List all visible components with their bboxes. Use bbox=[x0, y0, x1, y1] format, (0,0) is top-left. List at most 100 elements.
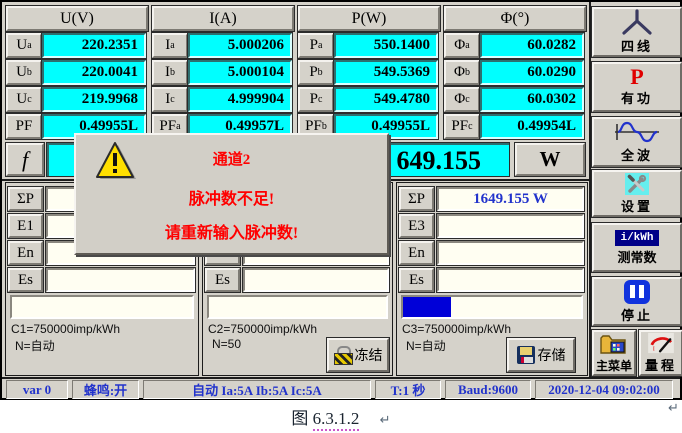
pulse-input-1[interactable] bbox=[10, 295, 194, 319]
value-phib: 60.0290 bbox=[479, 59, 585, 86]
energy-channel-3: ΣP 1649.155 W E3 En Es C3=750000imp/kWh … bbox=[396, 182, 588, 376]
status-bar: var 0 蜂鸣:开 自动 Ia:5A Ib:5A Ic:5A T:1 秒 Ba… bbox=[6, 380, 673, 399]
value-ib: 5.000104 bbox=[187, 59, 293, 86]
pause-icon bbox=[624, 279, 650, 304]
label-pf: PF bbox=[5, 113, 43, 140]
value-e3 bbox=[436, 213, 585, 239]
value-ic: 4.999904 bbox=[187, 86, 293, 113]
status-current-range: 自动 Ia:5A Ib:5A Ic:5A bbox=[143, 380, 371, 399]
measure-constant-button[interactable]: i/kWh 测常数 bbox=[591, 222, 682, 273]
screenshot-stage: U(V) I(A) P(W) Φ(°) Ua 220.2351 Ia 5.000… bbox=[0, 0, 682, 433]
n-text-1: N=自动 bbox=[15, 339, 55, 353]
label-ib: Ib bbox=[151, 59, 189, 86]
constant-text-1: C1=750000imp/kWh bbox=[11, 322, 121, 336]
dialog-message-2: 请重新输入脉冲数! bbox=[164, 225, 299, 242]
wiring-mode-label: 四线 bbox=[620, 39, 653, 54]
label-pc: Pc bbox=[297, 86, 335, 113]
figure-caption: 图 6.3.1.2 ↵ bbox=[0, 404, 682, 431]
store-button-label: 存储 bbox=[537, 349, 566, 364]
folder-icon bbox=[600, 335, 626, 354]
value-pb: 549.5369 bbox=[333, 59, 439, 86]
tools-icon bbox=[625, 172, 649, 195]
label-en: En bbox=[7, 240, 44, 266]
save-disk-icon bbox=[516, 346, 535, 364]
power-unit-box: W bbox=[514, 142, 586, 177]
n-text-2: N=50 bbox=[212, 337, 242, 351]
main-menu-label: 主菜单 bbox=[595, 359, 632, 373]
label-phib: Φb bbox=[443, 59, 481, 86]
table-row: Ub 220.0041 Ib 5.000104 Pb 549.5369 Φb 6… bbox=[5, 59, 585, 86]
label-pa: Pa bbox=[297, 32, 335, 59]
value-pfc: 0.49954L bbox=[479, 113, 585, 140]
label-ia: Ia bbox=[151, 32, 189, 59]
label-pb: Pb bbox=[297, 59, 335, 86]
label-f: f bbox=[5, 142, 45, 177]
caption-number: 6.3.1.2 bbox=[312, 409, 360, 431]
value-es bbox=[242, 267, 390, 293]
label-pfc: PF c bbox=[443, 113, 481, 140]
svg-text:I: I bbox=[653, 345, 655, 352]
p-letter-icon: P bbox=[630, 64, 644, 89]
status-interval: T:1 秒 bbox=[375, 380, 441, 399]
store-button[interactable]: 存储 bbox=[506, 337, 576, 373]
value-ia: 5.000206 bbox=[187, 32, 293, 59]
table-header-row: U(V) I(A) P(W) Φ(°) bbox=[5, 5, 587, 32]
value-es bbox=[45, 267, 196, 293]
pulse-progress-track bbox=[401, 295, 583, 319]
range-label: 量程 bbox=[644, 358, 677, 373]
i-kwh-badge: i/kWh bbox=[615, 229, 659, 246]
constant-text-3: C3=750000imp/kWh bbox=[402, 322, 512, 336]
table-row: Uc 219.9968 Ic 4.999904 Pc 549.4780 Φc 6… bbox=[5, 86, 585, 113]
wiring-mode-button[interactable]: 四线 bbox=[591, 6, 682, 58]
active-power-label: 有功 bbox=[620, 91, 653, 106]
label-sum-p: ΣP bbox=[7, 186, 44, 212]
label-phic: Φc bbox=[443, 86, 481, 113]
value-en bbox=[436, 240, 585, 266]
settings-label: 设置 bbox=[620, 198, 653, 214]
caption-prefix: 图 bbox=[291, 409, 313, 428]
label-es: Es bbox=[7, 267, 44, 293]
value-pa: 550.1400 bbox=[333, 32, 439, 59]
value-ua: 220.2351 bbox=[41, 32, 147, 59]
stop-button[interactable]: 停止 bbox=[591, 276, 682, 327]
header-voltage: U(V) bbox=[5, 5, 149, 32]
constant-text-2: C2=750000imp/kWh bbox=[208, 322, 318, 336]
header-power: P(W) bbox=[297, 5, 441, 32]
value-phia: 60.0282 bbox=[479, 32, 585, 59]
main-menu-button[interactable]: 主菜单 bbox=[591, 329, 637, 377]
status-baud: Baud:9600 bbox=[445, 380, 531, 399]
n-text-3: N=自动 bbox=[406, 339, 446, 353]
label-es: Es bbox=[398, 267, 435, 293]
label-sum-p: ΣP bbox=[398, 186, 435, 212]
divider bbox=[589, 2, 591, 378]
measure-constant-label: 测常数 bbox=[617, 249, 657, 265]
label-e3: E3 bbox=[398, 213, 435, 239]
label-ic: Ic bbox=[151, 86, 189, 113]
full-wave-button[interactable]: 全波 bbox=[591, 116, 682, 168]
label-uc: Uc bbox=[5, 86, 43, 113]
waveform-icon bbox=[615, 121, 659, 143]
value-phic: 60.0302 bbox=[479, 86, 585, 113]
label-en: En bbox=[398, 240, 435, 266]
full-wave-label: 全波 bbox=[620, 148, 653, 163]
table-row: Ua 220.2351 Ia 5.000206 Pa 550.1400 Φa 6… bbox=[5, 32, 585, 59]
dialog-title: 通道2 bbox=[212, 152, 251, 168]
stop-label: 停止 bbox=[620, 307, 653, 323]
value-pc: 549.4780 bbox=[333, 86, 439, 113]
wye-connection-icon bbox=[622, 9, 652, 35]
dialog-message-1: 脉冲数不足! bbox=[188, 191, 275, 208]
active-power-button[interactable]: P 有功 bbox=[591, 61, 682, 113]
label-ub: Ub bbox=[5, 59, 43, 86]
settings-button[interactable]: 设置 bbox=[591, 169, 682, 218]
range-button[interactable]: I 量程 bbox=[638, 329, 682, 377]
freeze-lock-icon bbox=[333, 346, 353, 365]
warning-dialog[interactable]: 通道2 脉冲数不足! 请重新输入脉冲数! bbox=[74, 133, 389, 255]
status-var: var 0 bbox=[6, 380, 68, 399]
freeze-button[interactable]: 冻结 bbox=[326, 337, 390, 373]
paragraph-mark: ↵ bbox=[379, 413, 391, 428]
freeze-button-label: 冻结 bbox=[354, 349, 383, 364]
pulse-input-2[interactable] bbox=[207, 295, 388, 319]
header-current: I(A) bbox=[151, 5, 295, 32]
gauge-icon: I bbox=[648, 332, 674, 354]
header-phase: Φ(°) bbox=[443, 5, 587, 32]
